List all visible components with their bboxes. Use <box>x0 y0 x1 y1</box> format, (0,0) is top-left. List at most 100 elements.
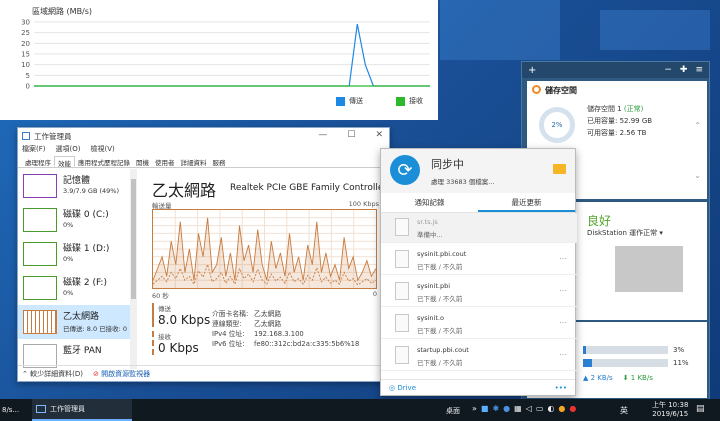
y-tick-label: 30 <box>21 19 30 27</box>
list-item[interactable]: sysinit.pbi.cout 已下載 / 不久前 ⋯ <box>381 245 577 275</box>
scrollbar-thumb[interactable] <box>131 179 136 299</box>
pin-icon[interactable]: ✚ <box>680 65 688 75</box>
desktop-toolbar[interactable]: 桌面 <box>446 406 460 416</box>
fewer-details-button[interactable]: ⌃ 較少詳細資料(D) <box>22 369 83 379</box>
input-language[interactable]: 英 <box>620 405 628 416</box>
more-icon[interactable]: ⋯ <box>559 318 567 327</box>
drive-app-link[interactable]: ◎ Drive <box>389 384 416 392</box>
power-icon[interactable]: ● <box>558 404 565 413</box>
notification-icon[interactable]: ▤ <box>696 404 705 414</box>
ram-bar <box>583 359 668 367</box>
display-icon[interactable]: ▭ <box>536 404 544 413</box>
add-widget-button[interactable]: + <box>528 65 536 76</box>
more-icon[interactable]: ⋯ <box>559 350 567 359</box>
ethernet-thumbnail <box>23 310 57 334</box>
sidebar-item-label: 藍牙 PAN <box>63 346 102 356</box>
sync-tray-icon[interactable]: ● <box>503 404 510 413</box>
list-item[interactable]: sysinit.pbi 已下載 / 不久前 ⋯ <box>381 277 577 307</box>
legend-recv: 接收 <box>396 96 423 106</box>
recv-stat: 接收 0 Kbps <box>152 331 199 355</box>
tab-bar: 處理程序 效能 應用程式歷程記錄 開機 使用者 詳細資料 服務 <box>18 156 389 168</box>
sidebar-item-sub: 0% <box>63 221 74 229</box>
tab-startup[interactable]: 開機 <box>133 156 152 167</box>
disk0-thumbnail <box>23 208 57 232</box>
open-resource-monitor-link[interactable]: ⊘ 開啟資源監視器 <box>93 369 150 379</box>
list-item[interactable]: sysinit.o 已下載 / 不久前 ⋯ <box>381 309 577 339</box>
scroll-down-icon[interactable]: ⌄ <box>694 171 701 180</box>
taskbar-app-task-manager[interactable]: 工作管理員 <box>32 399 132 421</box>
task-manager-icon <box>22 132 30 140</box>
scroll-up-icon[interactable]: ⌃ <box>694 121 701 130</box>
sidebar-item-sub: 0% <box>63 255 74 263</box>
detail-value: 192.168.3.100 <box>254 330 304 338</box>
shield-icon[interactable]: ◐ <box>547 404 554 413</box>
network-chart-window: 區域網路 (MB/s) 0 5 10 15 20 25 30 傳送 接收 <box>0 0 438 120</box>
menu-options[interactable]: 選項(O) <box>56 144 81 156</box>
tab-services[interactable]: 服務 <box>210 156 229 167</box>
minimize-icon[interactable]: − <box>664 65 672 75</box>
performance-sidebar: 記憶體 3.9/7.9 GB (49%) 磁碟 0 (C:) 0% 磁碟 1 (… <box>18 169 130 369</box>
storage-percent: 2% <box>551 121 563 129</box>
send-stat: 傳送 8.0 Kbps <box>152 303 210 327</box>
minimize-button[interactable]: — <box>318 130 327 140</box>
file-name: sysinit.o <box>417 314 444 322</box>
menu-icon[interactable]: ≡ <box>695 65 703 75</box>
series-line-0 <box>34 23 430 87</box>
menu-view[interactable]: 檢視(V) <box>90 144 114 156</box>
volume-used: 已用容量: 52.99 GB <box>587 117 653 125</box>
tab-notifications[interactable]: 通知記錄 <box>381 193 478 212</box>
taskbar-app-label: 工作管理員 <box>50 405 85 413</box>
cpu-percent: 3% <box>673 346 685 354</box>
file-icon <box>395 282 409 300</box>
bluetooth-icon[interactable]: ✱ <box>492 404 499 413</box>
cpu-bar-fill <box>583 346 586 354</box>
list-item[interactable]: sr.ts.js 準備中... <box>381 213 577 243</box>
sidebar-item-disk1[interactable]: 磁碟 1 (D:) 0% <box>18 237 130 271</box>
drive-app-label: Drive <box>397 383 417 392</box>
tab-processes[interactable]: 處理程序 <box>22 156 54 167</box>
tab-recent-updates[interactable]: 最近更新 <box>478 193 575 212</box>
file-icon <box>395 218 409 236</box>
taskbar: 8/s... 工作管理員 桌面 » ■ ✱ ● ▦ ◁ ▭ ◐ ● ● 英 上午… <box>0 399 720 421</box>
sidebar-item-memory[interactable]: 記憶體 3.9/7.9 GB (49%) <box>18 169 130 203</box>
clock-time: 上午 10:38 <box>652 401 689 409</box>
send-value: 8.0 Kbps <box>158 313 211 327</box>
menu-file[interactable]: 檔案(F) <box>22 144 46 156</box>
security-icon[interactable]: ● <box>569 404 576 413</box>
tray-expand-icon[interactable]: » <box>472 404 477 413</box>
health-subtitle[interactable]: DiskStation 運作正常 ▾ <box>587 228 663 238</box>
file-name: sysinit.pbi <box>417 282 451 290</box>
cpu-bar <box>583 346 668 354</box>
close-button[interactable]: ✕ <box>375 130 383 140</box>
tab-performance[interactable]: 效能 <box>54 156 75 168</box>
tab-users[interactable]: 使用者 <box>152 156 178 167</box>
more-icon[interactable]: ⋯ <box>559 286 567 295</box>
recent-files-list: sr.ts.js 準備中... sysinit.pbi.cout 已下載 / 不… <box>381 213 577 381</box>
volume-icon[interactable]: ◁ <box>526 404 532 413</box>
folder-icon[interactable] <box>553 164 566 174</box>
sidebar-item-disk0[interactable]: 磁碟 0 (C:) 0% <box>18 203 130 237</box>
sidebar-item-disk2[interactable]: 磁碟 2 (F:) 0% <box>18 271 130 305</box>
detail-key: 介面卡名稱: <box>212 310 249 318</box>
list-item[interactable]: startup.pbi.cout 已下載 / 不久前 ⋯ <box>381 341 577 371</box>
y-tick-label: 20 <box>21 40 30 48</box>
legend-send-swatch <box>336 96 345 106</box>
sidebar-item-ethernet[interactable]: 乙太網路 已傳送: 8.0 已接收: 0 <box>18 305 130 339</box>
drive-logo-icon: ◎ <box>389 383 396 392</box>
file-icon <box>395 346 409 364</box>
maximize-button[interactable]: ☐ <box>347 130 355 140</box>
more-icon[interactable]: ⋯ <box>559 254 567 263</box>
synology-drive-popup: ⟳ 同步中 處理 33683 個檔案... 通知記錄 最近更新 sr.ts.js… <box>380 148 577 396</box>
tab-details[interactable]: 詳細資料 <box>178 156 210 167</box>
task-manager-window: 工作管理員 — ☐ ✕ 檔案(F) 選項(O) 檢視(V) 處理程序 效能 應用… <box>17 127 390 382</box>
tray-app-icon[interactable]: ■ <box>481 404 489 413</box>
file-icon <box>395 250 409 268</box>
tab-app-history[interactable]: 應用程式歷程記錄 <box>75 156 133 167</box>
drive-more-button[interactable]: ••• <box>555 384 567 392</box>
detail-heading: 乙太網路 <box>152 181 217 200</box>
taskbar-clock[interactable]: 上午 10:38 2019/6/15 <box>652 401 688 419</box>
sidebar-scrollbar[interactable] <box>130 169 137 369</box>
network-tray-icon[interactable]: ▦ <box>514 404 522 413</box>
storage-usage-ring: 2% <box>539 107 575 143</box>
volume-status: (正常) <box>623 105 644 113</box>
